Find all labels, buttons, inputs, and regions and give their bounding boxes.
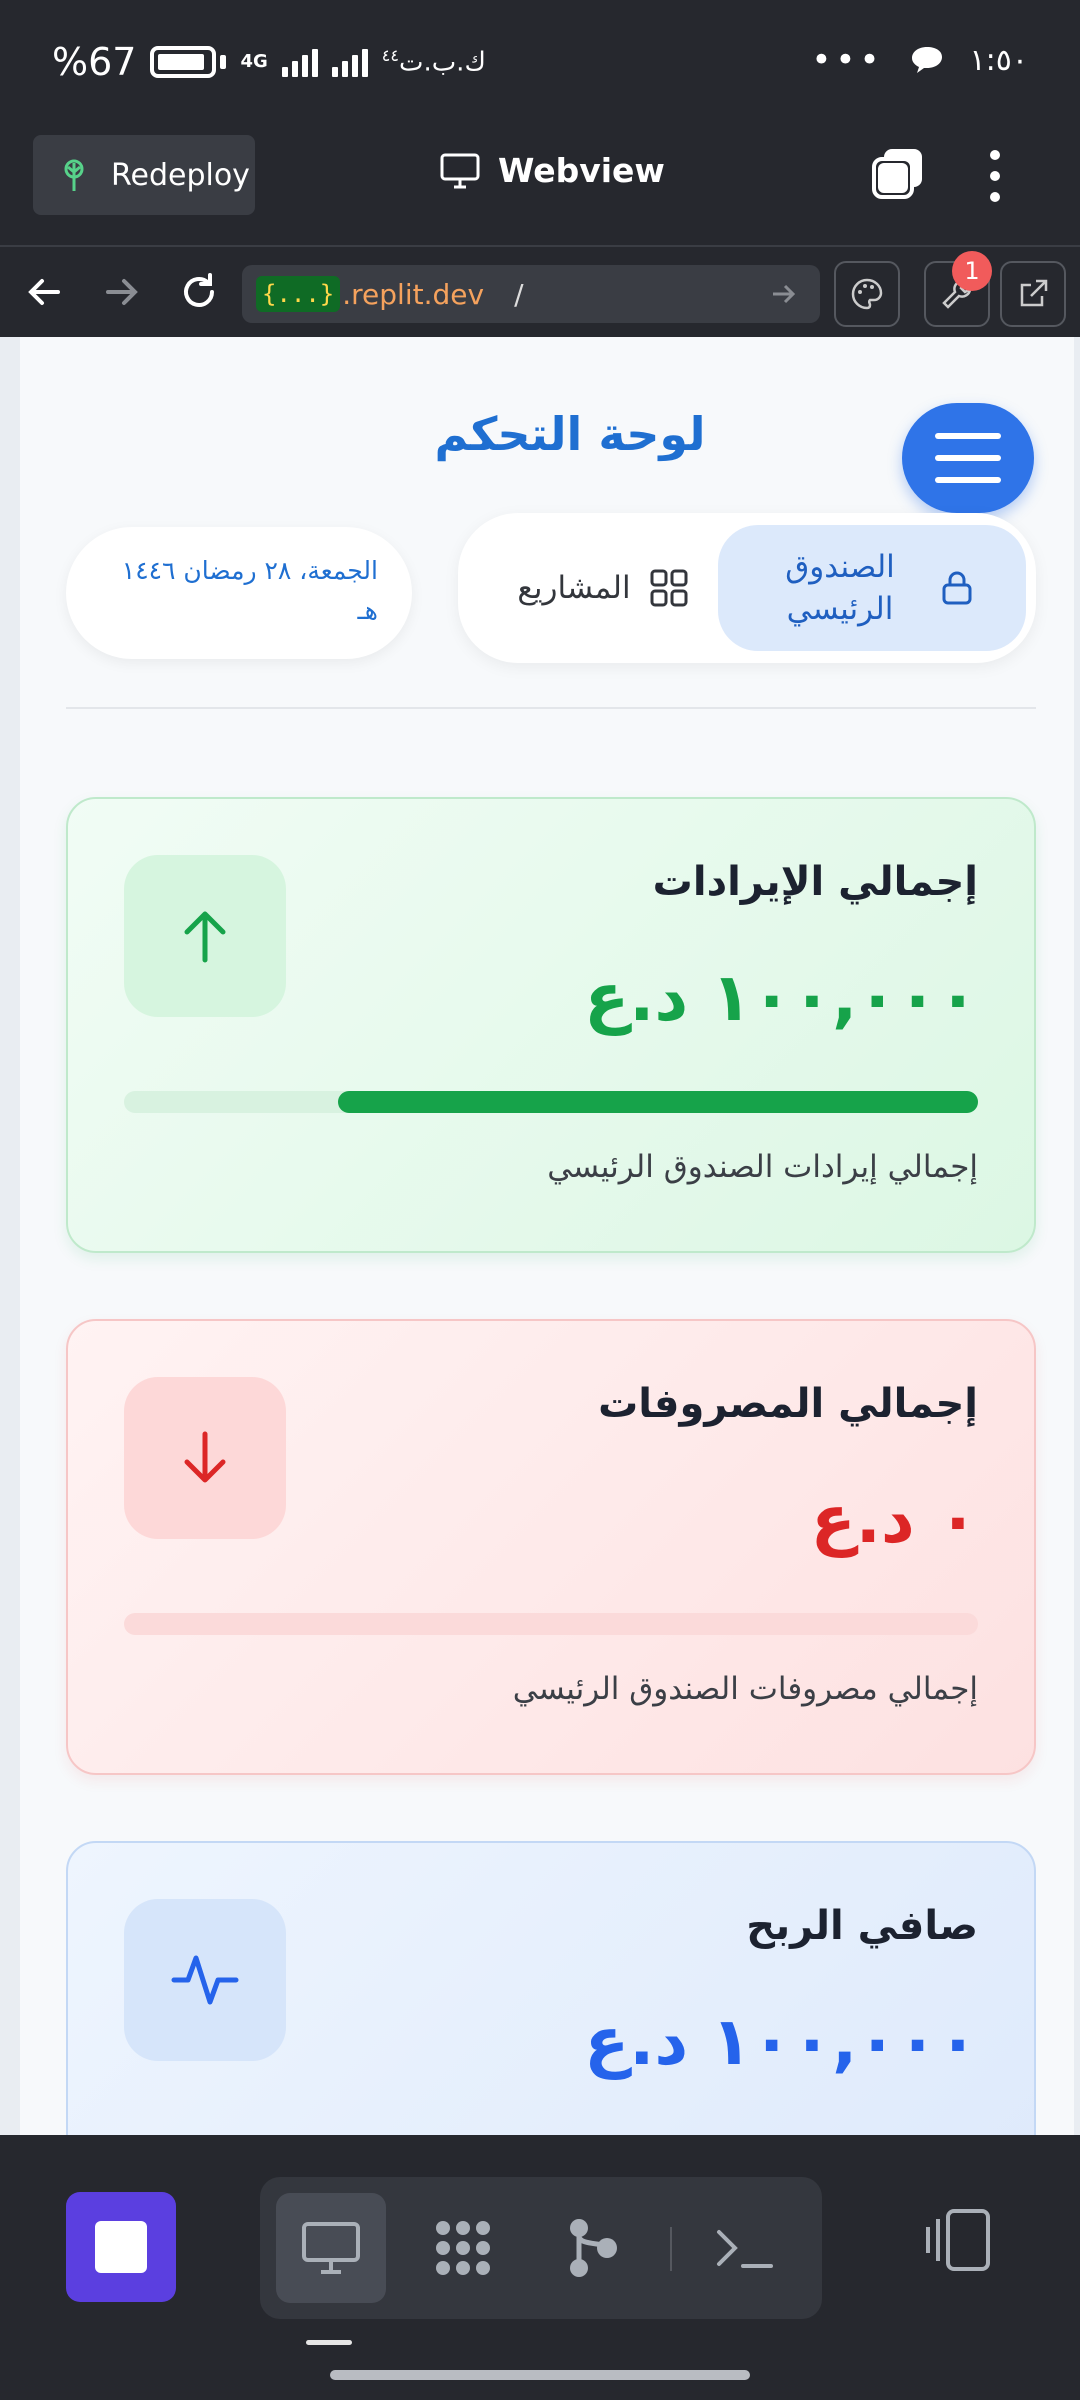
arrow-up-icon [184,911,226,963]
revenue-card: إجمالي الإيرادات ١٠٠,٠٠٠ د.ع إجمالي إيرا… [66,797,1036,1253]
theme-button[interactable] [834,261,900,327]
divider [66,707,1036,709]
network-type: 4G [240,51,268,72]
deploy-icon [64,159,84,191]
reload-icon[interactable] [176,269,222,315]
arrow-down-icon [184,1431,226,1483]
expenses-value: ٠ د.ع [810,1481,978,1558]
branch-icon [570,2219,617,2277]
palette-icon [851,278,883,310]
dock-separator [670,2227,672,2271]
more-vert-icon[interactable] [985,149,1005,203]
profit-value: ١٠٠,٠٠٠ د.ع [584,2003,978,2080]
url-host: .replit.dev [342,277,485,311]
go-arrow-icon[interactable] [768,279,798,309]
app-bar: Redeploy Webview [0,125,1080,245]
activity-icon [171,1955,239,2005]
battery-percent: %67 [52,40,137,84]
status-right: ••• ١:٥٠ [811,40,1028,80]
dock-tab-webview[interactable] [276,2193,386,2303]
status-bar: %67 4G ك.ب.ت٤٤ ••• ١:٥٠ [0,0,1080,125]
tabs-icon[interactable] [870,145,926,201]
url-tag: {...} [256,276,341,312]
revenue-icon-box [124,855,286,1017]
webview-tab[interactable]: Webview [440,151,665,190]
chat-bubble-icon [911,47,942,73]
stop-button[interactable] [66,2192,176,2302]
carrier-name: ك.ب.ت٤٤ [381,46,486,78]
layout-toggle-icon[interactable] [924,2205,994,2275]
dock-tab-git[interactable] [538,2193,648,2303]
dock-tabs [260,2177,822,2319]
battery-icon [150,46,217,78]
url-path: / [514,277,524,311]
tab-main-fund-label: الصندوق الرئيسي [785,549,895,627]
profit-title: صافي الربح [746,1903,978,1949]
more-dots-icon: ••• [811,40,884,80]
expenses-title: إجمالي المصروفات [598,1381,978,1427]
profit-card: صافي الربح ١٠٠,٠٠٠ د.ع [66,1841,1036,2135]
date-badge: الجمعة، ٢٨ رمضان ١٤٤٦ هـ [66,527,412,659]
url-bar: {...} .replit.dev / 1 [0,245,1080,337]
expenses-progress-track [124,1613,978,1635]
revenue-value: ١٠٠,٠٠٠ د.ع [584,959,978,1036]
notification-badge: 1 [952,251,992,291]
lock-icon [942,571,972,605]
signal-icon-2 [331,47,368,77]
url-field[interactable]: {...} .replit.dev / [242,265,820,323]
battery-cap [220,55,227,69]
revenue-title: إجمالي الإيرادات [652,859,978,905]
home-indicator[interactable] [330,2370,750,2380]
page-title: لوحة التحكم [434,407,706,461]
active-indicator [306,2340,352,2345]
tab-projects-label: المشاريع [517,570,631,606]
status-left: %67 4G ك.ب.ت٤٤ [52,40,486,84]
profit-icon-box [124,1899,286,2061]
tab-main-fund[interactable]: الصندوق الرئيسي [718,525,1026,651]
signal-icon [281,47,318,77]
webview-label: Webview [498,151,665,190]
dock-tab-apps[interactable] [408,2193,518,2303]
webview-content: لوحة التحكم الجمعة، ٢٨ رمضان ١٤٤٦ هـ الص… [0,337,1080,2135]
clock: ١:٥٠ [969,42,1028,78]
forward-icon[interactable] [98,269,144,315]
redeploy-label: Redeploy [111,157,250,193]
revenue-note: إجمالي إيرادات الصندوق الرئيسي [547,1149,978,1185]
open-external-button[interactable] [1000,261,1066,327]
fund-tabs: الصندوق الرئيسي المشاريع [458,513,1036,663]
external-link-icon [1020,279,1048,307]
monitor-icon [440,153,480,188]
expenses-card: إجمالي المصروفات ٠ د.ع إجمالي مصروفات ال… [66,1319,1036,1775]
dock-tab-shell[interactable] [690,2193,800,2303]
stop-icon [95,2221,147,2273]
menu-button[interactable] [902,403,1034,513]
expenses-note: إجمالي مصروفات الصندوق الرئيسي [512,1671,978,1707]
revenue-progress-fill [337,1091,978,1113]
bottom-dock [0,2135,1080,2400]
back-icon[interactable] [22,269,68,315]
devtools-button[interactable]: 1 [924,251,992,327]
apps-grid-icon [436,2221,490,2275]
monitor-icon [302,2222,360,2274]
expenses-icon-box [124,1377,286,1539]
tab-projects[interactable]: المشاريع [488,525,718,651]
revenue-progress-track [124,1091,978,1113]
redeploy-button[interactable]: Redeploy [33,135,255,215]
terminal-icon [717,2230,773,2268]
grid-icon [650,569,688,607]
